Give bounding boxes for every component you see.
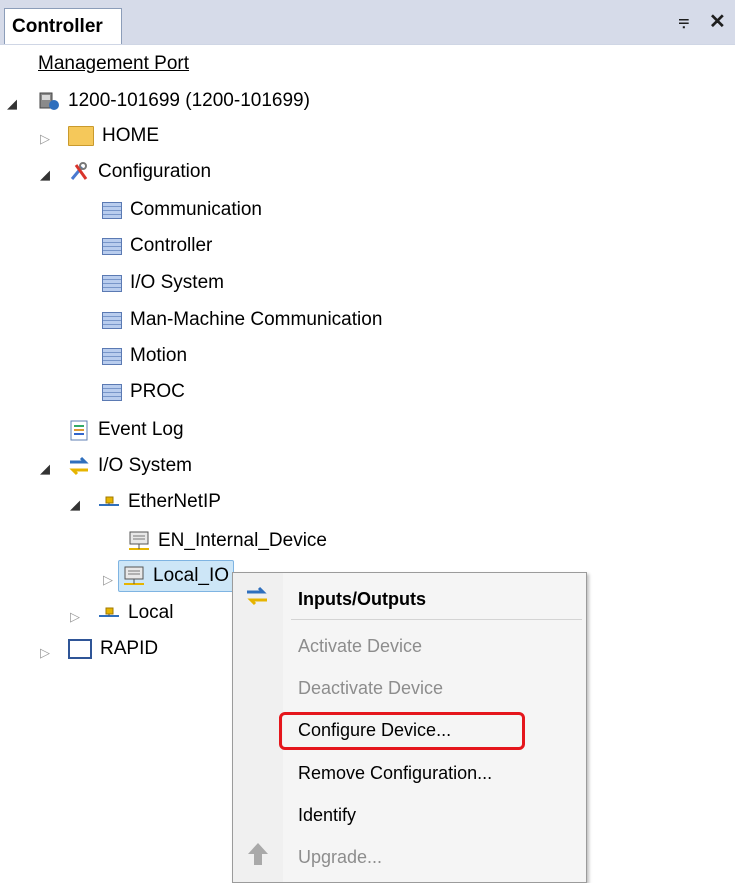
tree-item-label: I/O System [130,272,224,293]
folder-icon [68,126,94,146]
event-log-icon [68,419,90,441]
expand-arrow-icon[interactable]: ◢ [5,96,19,112]
menu-item-activate-device[interactable]: Activate Device [298,636,422,657]
tree-item-configuration[interactable]: Configuration [68,157,211,187]
tree-item-label: EN_Internal_Device [158,530,327,551]
tools-icon [68,161,90,183]
device-icon [128,530,150,552]
collapsed-arrow-icon[interactable]: ▷ [38,131,52,147]
collapsed-arrow-icon[interactable]: ▷ [68,609,82,625]
expand-arrow-icon[interactable]: ◢ [38,167,52,183]
rapid-window-icon [68,639,92,659]
tree-item-label: 1200-101699 (1200-101699) [68,90,310,111]
tree-item-mmc[interactable]: Man-Machine Communication [102,305,382,335]
collapsed-arrow-icon[interactable]: ▷ [38,645,52,661]
management-port-link[interactable]: Management Port [38,53,189,75]
device-icon [123,565,145,587]
tree-item-local[interactable]: Local [98,598,173,628]
menu-item-deactivate-device[interactable]: Deactivate Device [298,678,443,699]
tree-item-controller[interactable]: 1200-101699 (1200-101699) [38,86,310,116]
tree-item-home[interactable]: HOME [68,121,159,151]
tree-item-label: Local_IO [153,565,230,586]
table-icon [102,383,122,401]
tree-item-label: Configuration [98,161,212,182]
menu-separator [291,619,582,620]
tree-item-label: Event Log [98,419,184,440]
tab-controller[interactable]: Controller [4,8,122,44]
menu-item-configure-device[interactable]: Configure Device... [298,720,451,741]
tab-controller-label: Controller [12,16,103,37]
tree-item-label: Motion [130,345,188,366]
tree-item-controller-config[interactable]: Controller [102,231,212,261]
tree-item-label: Man-Machine Communication [130,309,383,330]
tree-item-io-system[interactable]: I/O System [68,451,192,481]
table-icon [102,274,122,292]
table-icon [102,237,122,255]
expand-arrow-icon[interactable]: ◢ [38,461,52,477]
tree-item-io-system-config[interactable]: I/O System [102,268,224,298]
tree-item-label: PROC [130,381,185,402]
tree-item-proc[interactable]: PROC [102,377,185,407]
tree-item-motion[interactable]: Motion [102,341,187,371]
context-menu: Inputs/Outputs Activate Device Deactivat… [232,572,587,883]
tree-item-communication[interactable]: Communication [102,195,262,225]
close-icon[interactable]: ✕ [709,9,726,34]
menu-icon-gutter [233,573,283,882]
expand-arrow-icon[interactable]: ◢ [68,497,82,513]
tree-item-label: EtherNetIP [128,491,221,512]
network-bus-icon [98,491,120,513]
pin-dropdown-icon[interactable]: ⩦ [678,9,690,32]
tree-item-label: Local [128,602,174,623]
upgrade-arrow-icon [247,841,269,872]
io-system-icon [245,585,269,612]
network-bus-icon [98,602,120,624]
collapsed-arrow-icon[interactable]: ▷ [101,572,115,588]
tree-item-label: RAPID [100,638,159,659]
tree-item-event-log[interactable]: Event Log [68,415,184,445]
menu-item-identify[interactable]: Identify [298,805,356,826]
menu-item-remove-configuration[interactable]: Remove Configuration... [298,763,492,784]
tree-item-ethernetip[interactable]: EtherNetIP [98,487,221,517]
table-icon [102,201,122,219]
tree-item-local-io[interactable]: Local_IO [118,560,235,592]
tree-item-rapid[interactable]: RAPID [68,634,158,664]
tree-item-label: I/O System [98,455,192,476]
menu-item-inputs-outputs[interactable]: Inputs/Outputs [298,589,426,610]
tree-item-label: HOME [102,125,159,146]
tree-item-en-internal-device[interactable]: EN_Internal_Device [128,526,327,556]
controller-icon [38,90,60,112]
table-icon [102,311,122,329]
panel-header: Controller ⩦ ✕ [0,0,735,45]
table-icon [102,347,122,365]
io-system-icon [68,455,90,477]
tree-item-label: Controller [130,235,213,256]
menu-item-upgrade[interactable]: Upgrade... [298,847,382,868]
tree-item-label: Communication [130,199,262,220]
